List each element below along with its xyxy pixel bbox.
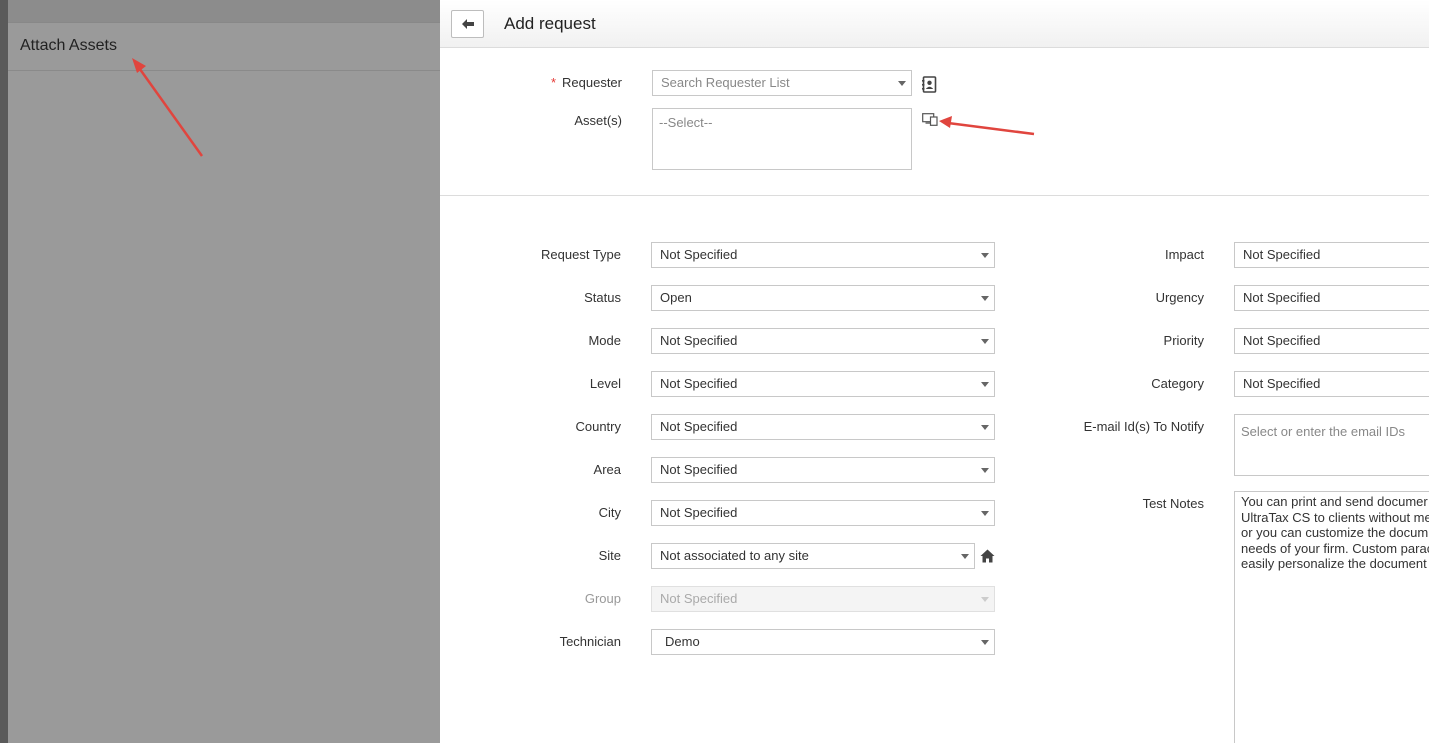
assets-input[interactable]: --Select-- [652,108,912,170]
group-label: Group [584,591,621,606]
attach-assets-title: Attach Assets [20,37,117,54]
area-select[interactable]: Not Specified [651,457,995,483]
test-notes-textarea[interactable]: You can print and send documer UltraTax … [1234,491,1429,743]
priority-label: Priority [1163,333,1204,348]
technician-label: Technician [559,634,621,649]
requester-section: * Requester Search Requester List Asset(s… [440,48,1429,196]
notes-line: You can print and send documer [1241,494,1428,509]
notes-line: needs of your firm. Custom parac [1241,540,1429,556]
city-label: City [598,505,621,520]
group-select: Not Specified [651,586,995,612]
test-notes-label: Test Notes [1142,496,1204,511]
site-select[interactable]: Not associated to any site [651,543,975,569]
attach-asset-icon[interactable] [922,112,938,126]
background-page-strip [0,0,8,743]
request-type-select[interactable]: Not Specified [651,242,995,268]
requester-select[interactable]: Search Requester List [652,70,912,96]
level-label: Level [589,376,621,391]
urgency-select[interactable]: Not Specified [1234,285,1429,311]
page-title: Add request [504,14,596,33]
impact-label: Impact [1164,247,1204,262]
header-bar: Add request [440,0,1429,48]
notes-line: or you can customize the docum [1241,525,1429,540]
arrow-left-icon [461,17,474,32]
country-label: Country [575,419,621,434]
attach-assets-header: Attach Assets [8,23,440,71]
back-button[interactable] [451,10,484,38]
home-icon[interactable] [979,548,995,564]
category-select[interactable]: Not Specified [1234,371,1429,397]
notes-line: UltraTax CS to clients without me [1241,509,1429,525]
category-label: Category [1151,376,1204,391]
requester-label: * Requester [550,75,622,90]
status-select[interactable]: Open [651,285,995,311]
status-label: Status [584,290,621,305]
level-select[interactable]: Not Specified [651,371,995,397]
priority-select[interactable]: Not Specified [1234,328,1429,354]
city-select[interactable]: Not Specified [651,500,995,526]
request-type-label: Request Type [541,247,621,262]
assets-label: Asset(s) [574,113,622,128]
mode-select[interactable]: Not Specified [651,328,995,354]
mode-label: Mode [588,333,621,348]
email-notify-label: E-mail Id(s) To Notify [1083,419,1204,434]
attach-assets-panel: Attach Assets [8,22,440,743]
urgency-label: Urgency [1155,290,1204,305]
add-request-panel: Add request * Requester Search Requester … [440,0,1429,743]
email-notify-input[interactable]: Select or enter the email IDs [1234,414,1429,476]
country-select[interactable]: Not Specified [651,414,995,440]
notes-line: easily personalize the document [1241,556,1427,571]
site-label: Site [598,548,621,563]
area-label: Area [593,462,621,477]
impact-select[interactable]: Not Specified [1234,242,1429,268]
contact-book-icon[interactable] [921,75,937,93]
technician-select[interactable]: Demo [651,629,995,655]
